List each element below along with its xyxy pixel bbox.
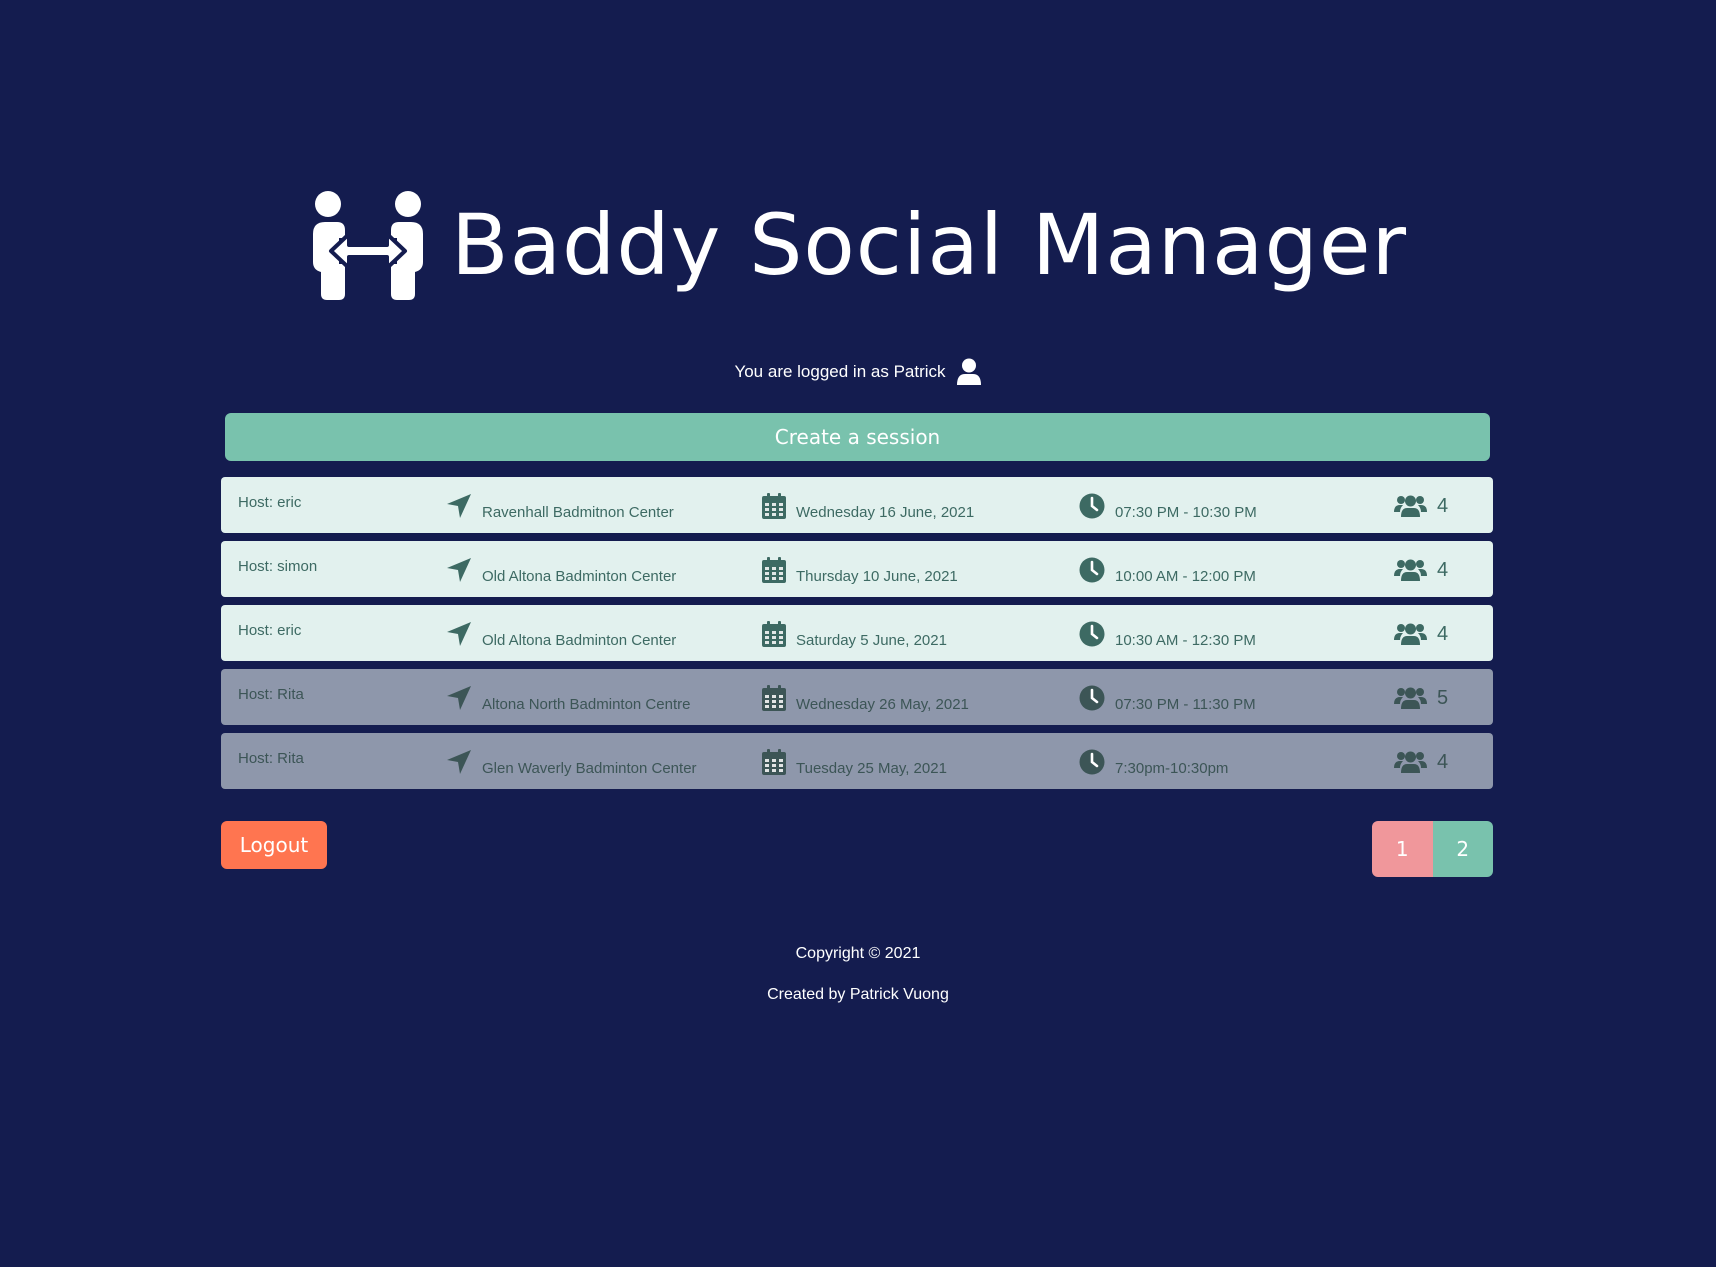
footer: Copyright © 2021 Created by Patrick Vuon… xyxy=(0,943,1716,1025)
logout-button[interactable]: Logout xyxy=(221,821,327,869)
clock-icon xyxy=(1079,749,1105,775)
session-date: Thursday 10 June, 2021 xyxy=(762,557,958,585)
session-players-count: 4 xyxy=(1437,750,1449,773)
session-row[interactable]: Host: eric Ravenhall Badmitnon Center Wedn… xyxy=(221,477,1493,533)
session-location-text: Ravenhall Badmitnon Center xyxy=(482,503,674,521)
session-time-text: 10:30 AM - 12:30 PM xyxy=(1115,631,1256,649)
session-players: 4 xyxy=(1394,750,1448,774)
session-date: Tuesday 25 May, 2021 xyxy=(762,749,947,777)
pagination: 1 2 xyxy=(1372,821,1493,877)
app-root: Baddy Social Manager You are logged in a… xyxy=(0,0,1716,1267)
calendar-icon xyxy=(762,557,786,583)
clock-icon xyxy=(1079,493,1105,519)
session-location-text: Old Altona Badminton Center xyxy=(482,567,677,585)
users-icon xyxy=(1394,494,1427,518)
session-time-text: 07:30 PM - 11:30 PM xyxy=(1115,695,1256,713)
session-date-text: Thursday 10 June, 2021 xyxy=(796,567,958,585)
session-time-text: 10:00 AM - 12:00 PM xyxy=(1115,567,1256,585)
session-location-text: Old Altona Badminton Center xyxy=(482,631,677,649)
session-players: 4 xyxy=(1394,622,1448,646)
session-players: 4 xyxy=(1394,494,1448,518)
session-players-count: 5 xyxy=(1437,686,1449,709)
session-date: Wednesday 26 May, 2021 xyxy=(762,685,969,713)
clock-icon xyxy=(1079,621,1105,647)
session-location: Old Altona Badminton Center xyxy=(446,557,677,585)
app-title: Baddy Social Manager xyxy=(450,196,1408,294)
location-arrow-icon xyxy=(446,557,472,583)
calendar-icon xyxy=(762,621,786,647)
session-players-count: 4 xyxy=(1437,558,1449,581)
session-row[interactable]: Host: eric Old Altona Badminton Center Sat… xyxy=(221,605,1493,661)
session-players: 4 xyxy=(1394,558,1448,582)
users-icon xyxy=(1394,686,1427,710)
session-host: Host: Rita xyxy=(238,750,304,767)
location-arrow-icon xyxy=(446,621,472,647)
session-host: Host: simon xyxy=(238,558,317,575)
people-arrows-icon xyxy=(312,191,423,300)
session-host: Host: Rita xyxy=(238,686,304,703)
session-row[interactable]: Host: Rita Glen Waverly Badminton Center T… xyxy=(221,733,1493,789)
session-players: 5 xyxy=(1394,686,1448,710)
session-host-text: Host: simon xyxy=(238,558,318,575)
session-date: Wednesday 16 June, 2021 xyxy=(762,493,975,521)
users-icon xyxy=(1394,622,1427,646)
users-icon xyxy=(1394,750,1427,774)
page-1-button[interactable]: 1 xyxy=(1372,821,1433,877)
session-date-text: Tuesday 25 May, 2021 xyxy=(796,759,947,777)
session-location-text: Glen Waverly Badminton Center xyxy=(482,759,697,777)
session-time: 10:30 AM - 12:30 PM xyxy=(1079,621,1256,649)
copyright-text: Copyright © 2021 xyxy=(795,945,921,962)
session-date-text: Saturday 5 June, 2021 xyxy=(796,631,947,649)
session-time: 07:30 PM - 10:30 PM xyxy=(1079,493,1257,521)
session-time: 7:30pm-10:30pm xyxy=(1079,749,1229,777)
session-host-text: Host: eric xyxy=(238,622,302,639)
user-icon xyxy=(956,358,981,385)
page-2-button[interactable]: 2 xyxy=(1432,821,1493,877)
session-host: Host: eric xyxy=(238,622,301,639)
app-header: Baddy Social Manager xyxy=(0,190,1716,300)
calendar-icon xyxy=(762,493,786,519)
session-list: Host: eric Ravenhall Badmitnon Center Wedn… xyxy=(221,477,1493,797)
session-time: 07:30 PM - 11:30 PM xyxy=(1079,685,1256,713)
session-location: Ravenhall Badmitnon Center xyxy=(446,493,674,521)
session-date: Saturday 5 June, 2021 xyxy=(762,621,947,649)
calendar-icon xyxy=(762,685,786,711)
session-host-text: Host: Rita xyxy=(238,750,304,767)
session-row[interactable]: Host: Rita Altona North Badminton Centre W… xyxy=(221,669,1493,725)
session-row[interactable]: Host: simon Old Altona Badminton Center Th… xyxy=(221,541,1493,597)
session-location: Altona North Badminton Centre xyxy=(446,685,691,713)
session-location: Glen Waverly Badminton Center xyxy=(446,749,697,777)
credit-text: Created by Patrick Vuong xyxy=(767,986,949,1003)
session-time-text: 07:30 PM - 10:30 PM xyxy=(1115,503,1257,521)
session-host-text: Host: Rita xyxy=(238,686,304,703)
clock-icon xyxy=(1079,557,1105,583)
calendar-icon xyxy=(762,749,786,775)
session-date-text: Wednesday 26 May, 2021 xyxy=(796,695,969,713)
location-arrow-icon xyxy=(446,749,472,775)
session-date-text: Wednesday 16 June, 2021 xyxy=(796,503,975,521)
session-location-text: Altona North Badminton Centre xyxy=(482,695,691,713)
session-time-text: 7:30pm-10:30pm xyxy=(1115,759,1229,777)
session-time: 10:00 AM - 12:00 PM xyxy=(1079,557,1256,585)
session-players-count: 4 xyxy=(1437,622,1449,645)
clock-icon xyxy=(1079,685,1105,711)
session-host-text: Host: eric xyxy=(238,494,302,511)
login-status-text: You are logged in as Patrick xyxy=(734,362,946,381)
location-arrow-icon xyxy=(446,685,472,711)
create-session-button[interactable]: Create a session xyxy=(225,413,1490,461)
session-host: Host: eric xyxy=(238,494,301,511)
session-players-count: 4 xyxy=(1437,494,1449,517)
users-icon xyxy=(1394,558,1427,582)
session-location: Old Altona Badminton Center xyxy=(446,621,677,649)
location-arrow-icon xyxy=(446,493,472,519)
login-status: You are logged in as Patrick xyxy=(0,358,1716,386)
